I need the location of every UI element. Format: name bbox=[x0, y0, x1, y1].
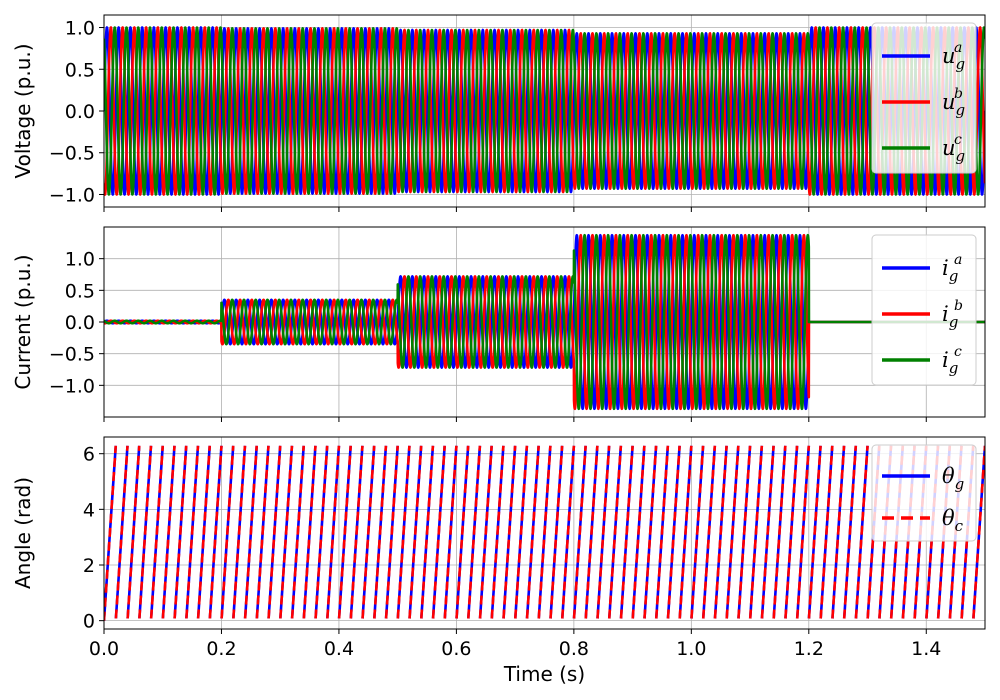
y-tick-label: 0 bbox=[83, 611, 95, 633]
plot-area bbox=[104, 26, 985, 196]
figure: −1.0 −0.5 0.0 0.5 1.0 Voltage (p.u.) ugaugbugc… bbox=[11, 14, 986, 686]
x-tick-label: 1.2 bbox=[794, 638, 824, 660]
y-tick-label: 4 bbox=[83, 499, 95, 521]
x-tick-label: 0.8 bbox=[559, 638, 589, 660]
x-tick-label: 1.0 bbox=[676, 638, 706, 660]
x-tick-label: 0.6 bbox=[441, 638, 471, 660]
legend: ugaugbugc bbox=[871, 22, 977, 174]
y-tick-label: −1.0 bbox=[49, 375, 95, 397]
y-axis-label: Angle (rad) bbox=[11, 477, 35, 589]
y-tick-label: 0.5 bbox=[65, 59, 95, 81]
y-tick-label: −0.5 bbox=[49, 143, 95, 165]
y-tick-label: −1.0 bbox=[49, 184, 95, 206]
y-tick-label: 1.0 bbox=[65, 18, 95, 40]
y-tick-label: 2 bbox=[83, 555, 95, 577]
subplot-1: −1.0 −0.5 0.0 0.5 1.0 Voltage (p.u.) ugaugbugc bbox=[11, 14, 986, 212]
legend-label-sup: b bbox=[954, 86, 963, 102]
legend-label-sup: a bbox=[954, 252, 962, 268]
y-tick-label: 0.5 bbox=[65, 280, 95, 302]
legend: θgθc bbox=[871, 444, 977, 542]
legend-label-sup: c bbox=[954, 344, 962, 360]
x-tick-label: 0.2 bbox=[206, 638, 236, 660]
subplot-2: −1.0 −0.5 0.0 0.5 1.0 Current (p.u.) igaigbigc bbox=[11, 226, 986, 422]
y-tick-label: 0.0 bbox=[65, 312, 95, 334]
y-axis-label: Current (p.u.) bbox=[11, 254, 35, 389]
y-tick-label: 6 bbox=[83, 444, 95, 466]
x-tick-label: 0.4 bbox=[324, 638, 354, 660]
legend: igaigbigc bbox=[871, 234, 977, 386]
legend-label-sup: c bbox=[954, 132, 962, 148]
x-tick-label: 1.4 bbox=[911, 638, 941, 660]
y-tick-label: 1.0 bbox=[65, 249, 95, 271]
y-tick-label: −0.5 bbox=[49, 344, 95, 366]
y-tick-label: 0.0 bbox=[65, 101, 95, 123]
plot-area bbox=[104, 233, 985, 411]
legend-label-sup: a bbox=[954, 40, 962, 56]
y-axis-label: Voltage (p.u.) bbox=[11, 43, 35, 178]
x-tick-label: 0.0 bbox=[89, 638, 119, 660]
plot-area bbox=[104, 445, 985, 621]
legend-label-sup: b bbox=[954, 298, 963, 314]
subplot-3: 0 2 4 6 0.0 0.2 0.4 0.6 0.8 1.0 1.2 1.4 Angle (rad) T… bbox=[11, 436, 986, 686]
x-axis-label: Time (s) bbox=[503, 662, 585, 686]
